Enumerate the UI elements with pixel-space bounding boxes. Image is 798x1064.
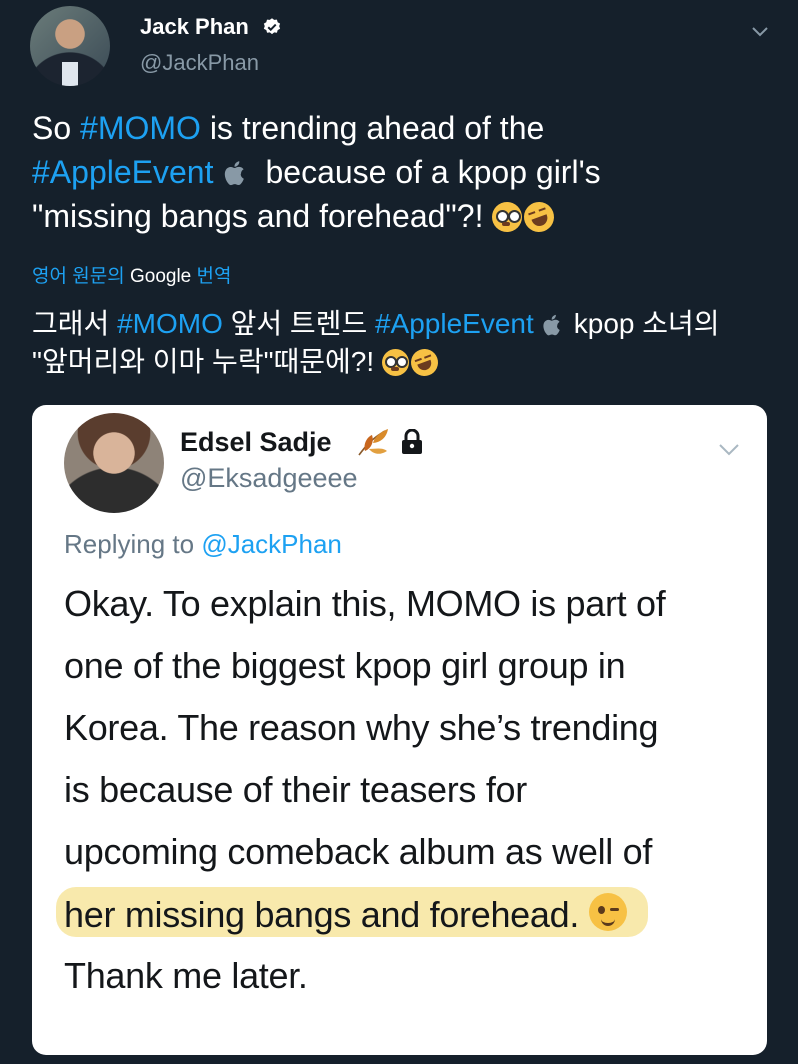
translated-text: 앞서 트렌드 (222, 308, 375, 339)
hashtag-appleevent[interactable]: #AppleEvent (375, 308, 534, 339)
quoted-body-line: Okay. To explain this, MOMO is part of (64, 583, 666, 624)
google-label: Google (129, 266, 192, 287)
lock-icon (402, 429, 422, 454)
hashtag-appleevent[interactable]: #AppleEvent (32, 154, 213, 190)
translated-by-google[interactable]: 영어 원문의 Google 번역 (32, 261, 232, 288)
quoted-body-line-highlighted: her missing bangs and forehead. (64, 893, 628, 936)
chevron-down-icon[interactable] (717, 441, 741, 459)
author-handle[interactable]: @JackPhan (140, 50, 259, 76)
quoted-author-handle[interactable]: @Eksadgeeee (180, 463, 358, 494)
quoted-body-line: is because of their teasers for (64, 769, 527, 810)
hashtag-momo[interactable]: #MOMO (117, 308, 223, 339)
tweet-text: "missing bangs and forehead"?! (32, 198, 493, 234)
quoted-body-line: Korea. The reason why she’s trending (64, 707, 659, 748)
quoted-body-line: Thank me later. (64, 955, 308, 996)
hashtag-momo[interactable]: #MOMO (80, 110, 201, 146)
author-name[interactable]: Jack Phan (140, 14, 249, 40)
chevron-down-icon[interactable] (750, 24, 770, 40)
tweet-text-line: So #MOMO is trending ahead of the (32, 110, 544, 147)
flushed-emoji-icon (492, 202, 523, 232)
translated-label: 영어 원문의 (32, 266, 130, 287)
tweet-text: because of a kpop girl's (265, 154, 601, 190)
verified-icon (263, 18, 281, 35)
quoted-author-avatar[interactable] (64, 413, 164, 513)
replying-label: Replying to (64, 529, 202, 559)
quoted-tweet-card[interactable]: Edsel Sadje @Eksadgeeee Replying to @Jac… (32, 405, 767, 1055)
apple-icon (225, 161, 245, 186)
tweet-text: is trending ahead of the (200, 110, 545, 146)
flushed-emoji-icon (381, 349, 409, 376)
mention-link[interactable]: @JackPhan (201, 529, 342, 559)
quoted-body-line: upcoming comeback album as well of (64, 831, 653, 872)
replying-to: Replying to @JackPhan (64, 529, 342, 560)
translated-label: 번역 (191, 266, 232, 287)
author-avatar[interactable] (30, 6, 110, 86)
leaves-icon (358, 429, 388, 456)
translated-text: "앞머리와 이마 누락"때문에?! (32, 346, 382, 377)
translated-text: 그래서 (32, 308, 118, 339)
translated-text: kpop 소녀의 (573, 308, 720, 339)
tweet-text: So (32, 110, 81, 146)
tweet-text-line: "missing bangs and forehead"?! (32, 197, 559, 237)
translated-text-line: 그래서 #MOMO 앞서 트렌드 #AppleEvent kpop 소녀의 (32, 302, 720, 342)
wink-emoji-icon (589, 893, 628, 931)
apple-icon (543, 314, 560, 336)
laughing-emoji-icon (407, 345, 442, 380)
translated-text-line: "앞머리와 이마 누락"때문에?! (32, 340, 442, 380)
quoted-author-name[interactable]: Edsel Sadje (180, 427, 332, 458)
tweet-text-line: #AppleEvent because of a kpop girl's (32, 154, 601, 191)
highlighted-text: her missing bangs and forehead. (64, 894, 580, 935)
quoted-body-line: one of the biggest kpop girl group in (64, 645, 626, 686)
laughing-emoji-icon (520, 197, 559, 237)
